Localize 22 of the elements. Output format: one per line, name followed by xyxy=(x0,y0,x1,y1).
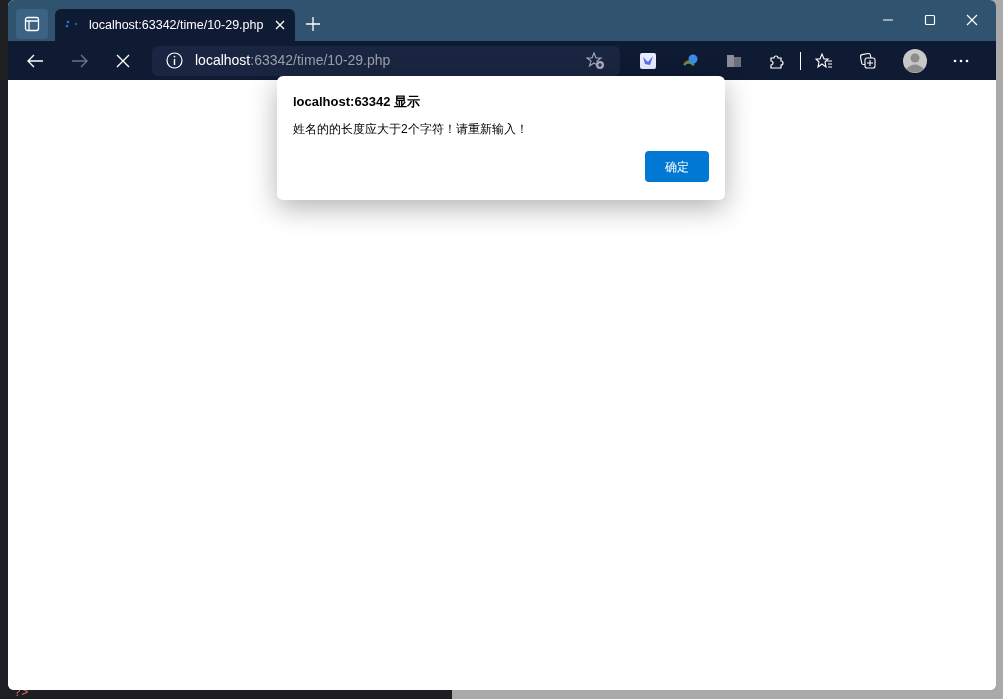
avatar-icon[interactable] xyxy=(903,48,927,73)
add-favorite-icon[interactable] xyxy=(586,51,606,70)
dialog-title: localhost:63342 显示 xyxy=(293,93,422,111)
close-icon[interactable] xyxy=(275,20,285,30)
url-text: localhost:63342/time/10-29.php xyxy=(195,51,392,70)
tab-title: localhost:63342/time/10-29.php xyxy=(89,16,265,34)
favorites-icon[interactable] xyxy=(815,52,833,69)
globe-extension-icon[interactable] xyxy=(682,52,700,69)
ok-button[interactable]: 确定 xyxy=(645,151,709,182)
dialog-message: 姓名的的长度应大于2个字符！请重新输入！ xyxy=(293,121,529,137)
new-tab-icon[interactable] xyxy=(305,16,321,32)
stop-icon[interactable] xyxy=(116,53,130,68)
tab-actions-icon[interactable] xyxy=(16,9,48,39)
forward-icon[interactable] xyxy=(71,52,89,69)
collections-icon[interactable] xyxy=(859,51,877,70)
more-icon[interactable] xyxy=(953,58,969,63)
address-bar[interactable]: localhost:63342/time/10-29.php xyxy=(152,45,620,76)
close-icon[interactable] xyxy=(966,14,978,26)
browser-tab[interactable]: localhost:63342/time/10-29.php xyxy=(55,9,295,41)
info-icon[interactable] xyxy=(166,52,183,69)
maximize-icon[interactable] xyxy=(924,14,936,26)
back-icon[interactable] xyxy=(26,52,44,69)
